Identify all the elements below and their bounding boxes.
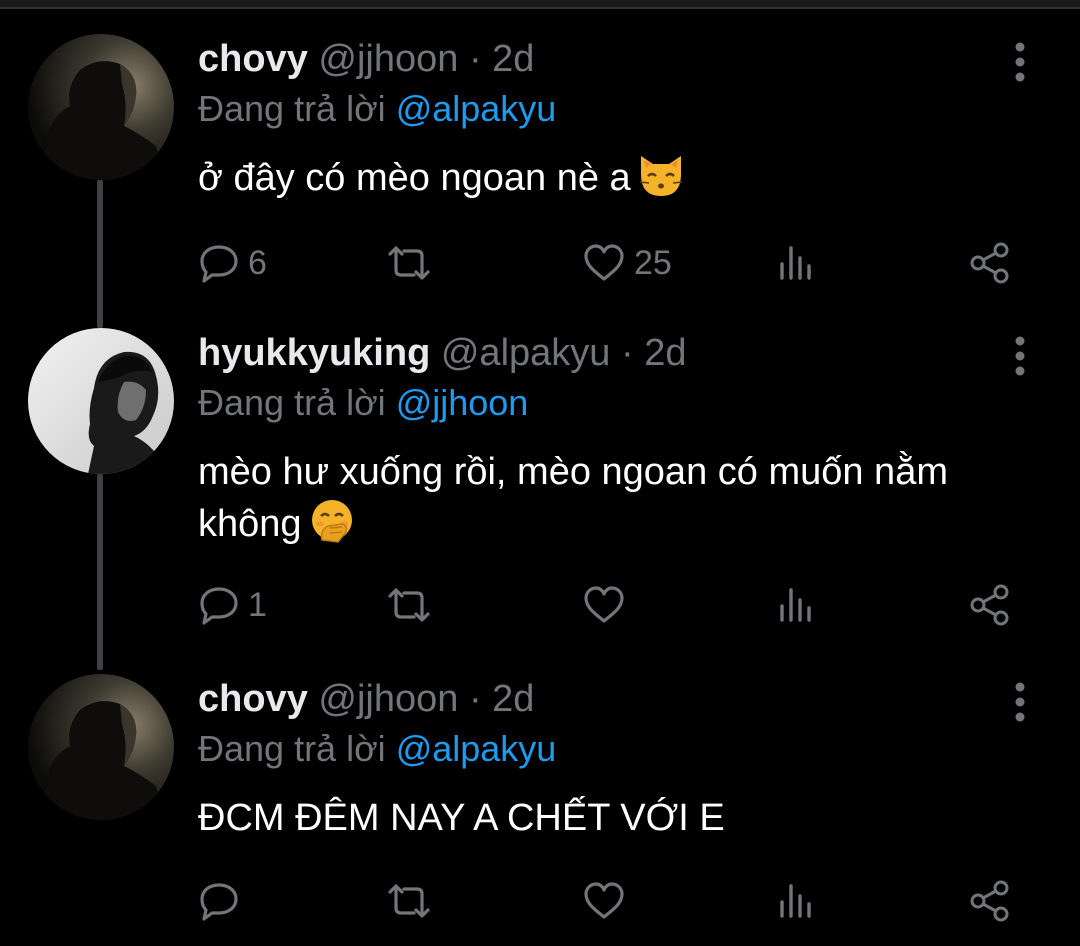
like-icon [582, 584, 626, 626]
stats-button[interactable] [776, 238, 816, 288]
share-icon [968, 241, 1012, 285]
user-handle[interactable]: @jjhoon [318, 38, 458, 80]
separator-dot: · [620, 332, 634, 374]
more-vertical-icon[interactable] [1010, 682, 1030, 722]
mention-link[interactable]: @alpakyu [396, 88, 557, 129]
like-icon [582, 242, 626, 284]
timestamp[interactable]: 2d [492, 38, 534, 80]
tweet-actions [198, 876, 1028, 926]
replying-to: Đang trả lời @alpakyu [198, 726, 556, 772]
like-icon [582, 880, 626, 922]
timestamp[interactable]: 2d [644, 332, 686, 374]
tweet-text-content: ĐCM ĐÊM NAY A CHẾT VỚI E [198, 797, 725, 839]
like-button[interactable] [582, 580, 634, 630]
like-count: 25 [634, 243, 672, 282]
tweet[interactable]: chovy @jjhoon · 2d Đang trả lời @alpakyu… [0, 34, 1080, 324]
display-name[interactable]: hyukkyuking [198, 332, 430, 374]
reply-icon [198, 242, 240, 284]
reply-button[interactable]: 1 [198, 580, 267, 630]
retweet-button[interactable] [384, 238, 442, 288]
share-icon [968, 879, 1012, 923]
separator-dot: · [468, 678, 482, 720]
replying-to: Đang trả lời @alpakyu [198, 86, 556, 132]
reply-button[interactable]: 6 [198, 238, 267, 288]
stats-icon [776, 584, 816, 626]
like-button[interactable] [582, 876, 634, 926]
kissing-cat-face-icon [637, 152, 685, 212]
stats-icon [776, 880, 816, 922]
mention-link[interactable]: @jjhoon [396, 382, 529, 423]
tweet-header: chovy @jjhoon · 2d [198, 34, 534, 84]
reply-button[interactable] [198, 876, 248, 926]
retweet-button[interactable] [384, 876, 442, 926]
tweet-text: mèo hư xuống rồi, mèo ngoan có muốn nằm … [198, 446, 978, 558]
tweet-text: ở đây có mèo ngoan nè a [198, 152, 998, 212]
stats-button[interactable] [776, 876, 816, 926]
share-button[interactable] [968, 580, 1012, 630]
replying-label: Đang trả lời [198, 88, 386, 129]
timestamp[interactable]: 2d [492, 678, 534, 720]
tweet[interactable]: chovy @jjhoon · 2d Đang trả lời @alpakyu… [0, 674, 1080, 946]
reply-icon [198, 880, 240, 922]
retweet-icon [384, 584, 434, 626]
share-button[interactable] [968, 238, 1012, 288]
like-button[interactable]: 25 [582, 238, 672, 288]
avatar[interactable] [28, 328, 174, 474]
reply-count: 1 [248, 585, 267, 624]
replying-label: Đang trả lời [198, 382, 386, 423]
tweet-header: chovy @jjhoon · 2d [198, 674, 534, 724]
display-name[interactable]: chovy [198, 678, 308, 720]
stats-button[interactable] [776, 580, 816, 630]
reply-count: 6 [248, 243, 267, 282]
tweet-text-content: ở đây có mèo ngoan nè a [198, 157, 631, 199]
display-name[interactable]: chovy [198, 38, 308, 80]
retweet-button[interactable] [384, 580, 442, 630]
face-with-hand-over-mouth-icon [308, 498, 356, 558]
avatar[interactable] [28, 34, 174, 180]
user-handle[interactable]: @alpakyu [441, 332, 611, 374]
mention-link[interactable]: @alpakyu [396, 728, 557, 769]
replying-to: Đang trả lời @jjhoon [198, 380, 528, 426]
avatar[interactable] [28, 674, 174, 820]
retweet-icon [384, 880, 434, 922]
more-vertical-icon[interactable] [1010, 42, 1030, 82]
tweet-text: ĐCM ĐÊM NAY A CHẾT VỚI E [198, 792, 998, 844]
separator-dot: · [468, 38, 482, 80]
top-divider [0, 0, 1080, 9]
tweet-actions: 6 25 [198, 238, 1028, 288]
stats-icon [776, 242, 816, 284]
tweet-header: hyukkyuking @alpakyu · 2d [198, 328, 686, 378]
tweet[interactable]: hyukkyuking @alpakyu · 2d Đang trả lời @… [0, 328, 1080, 628]
share-button[interactable] [968, 876, 1012, 926]
tweet-actions: 1 [198, 580, 1028, 630]
more-vertical-icon[interactable] [1010, 336, 1030, 376]
replying-label: Đang trả lời [198, 728, 386, 769]
retweet-icon [384, 242, 434, 284]
user-handle[interactable]: @jjhoon [318, 678, 458, 720]
share-icon [968, 583, 1012, 627]
reply-icon [198, 584, 240, 626]
